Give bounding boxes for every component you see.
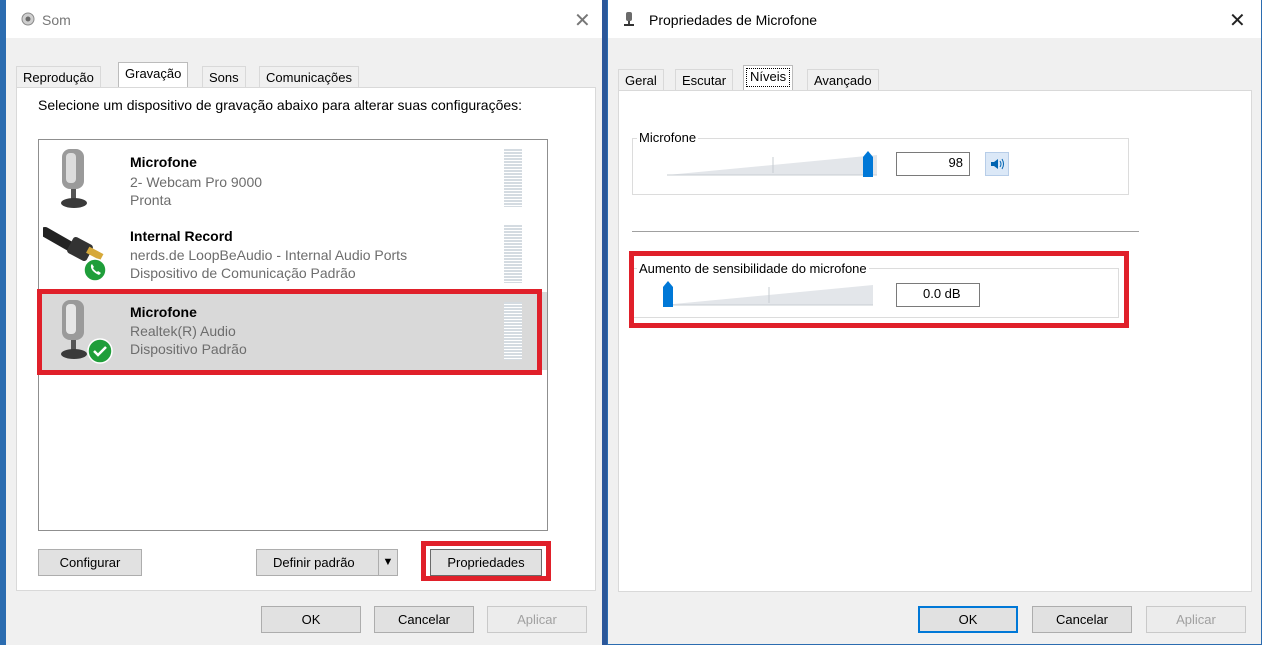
properties-button[interactable]: Propriedades (430, 549, 542, 576)
tab-avancado[interactable]: Avançado (807, 69, 879, 91)
device-name: Microfone (130, 154, 197, 170)
microphone-small-icon (624, 12, 634, 26)
divider (632, 231, 1139, 232)
speaker-icon (21, 12, 35, 26)
speaker-icon (991, 158, 1004, 170)
microphone-icon (61, 149, 87, 208)
list-item-selected[interactable]: Microfone Realtek(R) Audio Dispositivo P… (39, 292, 547, 370)
recording-panel: Selecione um dispositivo de gravação aba… (16, 87, 596, 591)
tab-reproducao[interactable]: Reprodução (16, 66, 101, 88)
set-default-button[interactable]: Definir padrão ▼ (256, 549, 398, 576)
tab-geral[interactable]: Geral (618, 69, 664, 91)
device-name: Microfone (130, 304, 197, 320)
sound-title: Som (42, 12, 71, 28)
microphone-slider-thumb[interactable] (863, 151, 873, 177)
device-name: Internal Record (130, 228, 233, 244)
phone-badge-icon (83, 258, 107, 282)
mic-properties-titlebar[interactable]: Propriedades de Microfone ✕ (608, 0, 1261, 38)
mic-properties-title: Propriedades de Microfone (649, 12, 818, 28)
close-icon[interactable]: ✕ (574, 8, 591, 33)
level-meter (504, 149, 522, 207)
mic-properties-dialog: Propriedades de Microfone ✕ Geral Escuta… (607, 0, 1262, 645)
level-meter (504, 225, 522, 283)
boost-level-value[interactable]: 0.0 dB (896, 283, 980, 307)
tab-gravacao[interactable]: Gravação (118, 62, 189, 87)
tab-niveis[interactable]: Níveis (743, 65, 794, 90)
configure-button[interactable]: Configurar (38, 549, 142, 576)
device-status: Pronta (130, 192, 172, 208)
cancel-button[interactable]: Cancelar (374, 606, 474, 633)
microphone-level-value[interactable]: 98 (896, 152, 970, 176)
boost-label: Aumento de sensibilidade do microfone (637, 261, 869, 276)
levels-panel: Microfone 98 Aumento de sensibilidade do… (618, 90, 1252, 592)
device-list: Microfone 2- Webcam Pro 9000 Pronta Inte… (38, 139, 548, 531)
device-status: Dispositivo de Comunicação Padrão (130, 265, 356, 281)
device-driver: Realtek(R) Audio (130, 323, 236, 339)
boost-slider-thumb[interactable] (663, 281, 673, 307)
apply-button[interactable]: Aplicar (487, 606, 587, 633)
mute-toggle[interactable] (985, 152, 1009, 176)
list-item[interactable]: Internal Record nerds.de LoopBeAudio - I… (39, 216, 547, 292)
level-meter (504, 302, 522, 360)
instruction-text: Selecione um dispositivo de gravação aba… (38, 97, 523, 113)
tab-sons[interactable]: Sons (202, 66, 246, 88)
boost-level-slider[interactable] (663, 281, 883, 313)
sound-titlebar[interactable]: Som ✕ (6, 0, 602, 38)
microphone-level-slider[interactable] (667, 149, 887, 183)
microphone-label: Microfone (637, 130, 699, 145)
sound-dialog: Som ✕ Reprodução Gravação Sons Comunicaç… (0, 0, 602, 645)
tab-escutar[interactable]: Escutar (675, 69, 734, 91)
apply-button[interactable]: Aplicar (1146, 606, 1246, 633)
check-badge-icon (87, 338, 113, 364)
device-status: Dispositivo Padrão (130, 341, 247, 357)
set-default-label: Definir padrão (273, 555, 355, 570)
cancel-button[interactable]: Cancelar (1032, 606, 1132, 633)
chevron-down-icon[interactable]: ▼ (378, 550, 397, 575)
device-driver: nerds.de LoopBeAudio - Internal Audio Po… (130, 247, 408, 263)
ok-button[interactable]: OK (261, 606, 361, 633)
tab-comunicacoes[interactable]: Comunicações (259, 66, 359, 88)
list-item[interactable]: Microfone 2- Webcam Pro 9000 Pronta (39, 140, 547, 216)
device-driver: 2- Webcam Pro 9000 (130, 174, 263, 190)
ok-button[interactable]: OK (918, 606, 1018, 633)
close-icon[interactable]: ✕ (1229, 8, 1246, 33)
